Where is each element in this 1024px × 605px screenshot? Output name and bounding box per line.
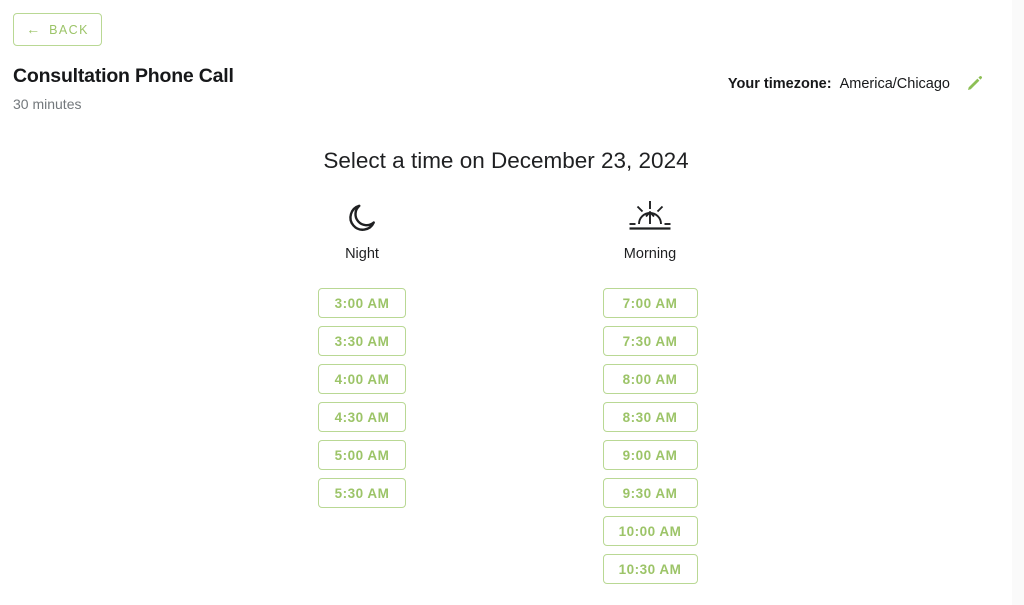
page-title: Consultation Phone Call xyxy=(13,65,234,87)
select-time-heading: Select a time on December 23, 2024 xyxy=(323,148,689,173)
time-slot-button[interactable]: 7:00 AM xyxy=(602,288,698,319)
time-slot-button[interactable]: 8:30 AM xyxy=(602,402,698,433)
time-slot-button[interactable]: 5:30 AM xyxy=(318,478,406,509)
time-slot-columns: Night 3:00 AM 3:30 AM 4:00 AM 4:30 AM 5:… xyxy=(0,196,1012,585)
time-slot-button[interactable]: 5:00 AM xyxy=(318,440,406,471)
time-slot-button[interactable]: 3:00 AM xyxy=(318,288,406,319)
arrow-left-icon: ← xyxy=(26,20,41,37)
timezone-label: Your timezone: xyxy=(727,76,832,92)
edit-timezone-button[interactable] xyxy=(964,73,986,95)
time-slot-button[interactable]: 9:00 AM xyxy=(602,440,698,471)
column-label-morning: Morning xyxy=(623,246,677,262)
pencil-icon xyxy=(965,73,985,96)
vertical-scrollbar[interactable] xyxy=(1012,0,1024,605)
event-duration: 30 minutes xyxy=(13,96,82,112)
back-button-label: BACK xyxy=(49,22,89,37)
slot-list-morning: 7:00 AM 7:30 AM 8:00 AM 8:30 AM 9:00 AM … xyxy=(602,288,698,585)
time-slot-button[interactable]: 9:30 AM xyxy=(602,478,698,509)
time-column-morning: Morning 7:00 AM 7:30 AM 8:00 AM 8:30 AM … xyxy=(585,196,715,585)
time-slot-button[interactable]: 3:30 AM xyxy=(318,326,406,357)
time-slot-button[interactable]: 7:30 AM xyxy=(602,326,698,357)
slot-list-night: 3:00 AM 3:30 AM 4:00 AM 4:30 AM 5:00 AM … xyxy=(318,288,406,509)
time-slot-button[interactable]: 10:30 AM xyxy=(602,554,698,585)
back-button[interactable]: ← BACK xyxy=(13,13,102,46)
scheduling-page: ← BACK Consultation Phone Call 30 minute… xyxy=(0,0,1024,605)
sunrise-icon xyxy=(626,196,674,240)
column-label-night: Night xyxy=(345,246,379,262)
crescent-moon-icon xyxy=(345,196,379,240)
timezone-row: Your timezone: America/Chicago xyxy=(728,73,986,95)
time-column-night: Night 3:00 AM 3:30 AM 4:00 AM 4:30 AM 5:… xyxy=(297,196,427,509)
time-slot-button[interactable]: 4:00 AM xyxy=(318,364,406,395)
time-slot-button[interactable]: 10:00 AM xyxy=(602,516,698,547)
time-slot-button[interactable]: 4:30 AM xyxy=(318,402,406,433)
timezone-value: America/Chicago xyxy=(839,76,950,92)
time-slot-button[interactable]: 8:00 AM xyxy=(602,364,698,395)
